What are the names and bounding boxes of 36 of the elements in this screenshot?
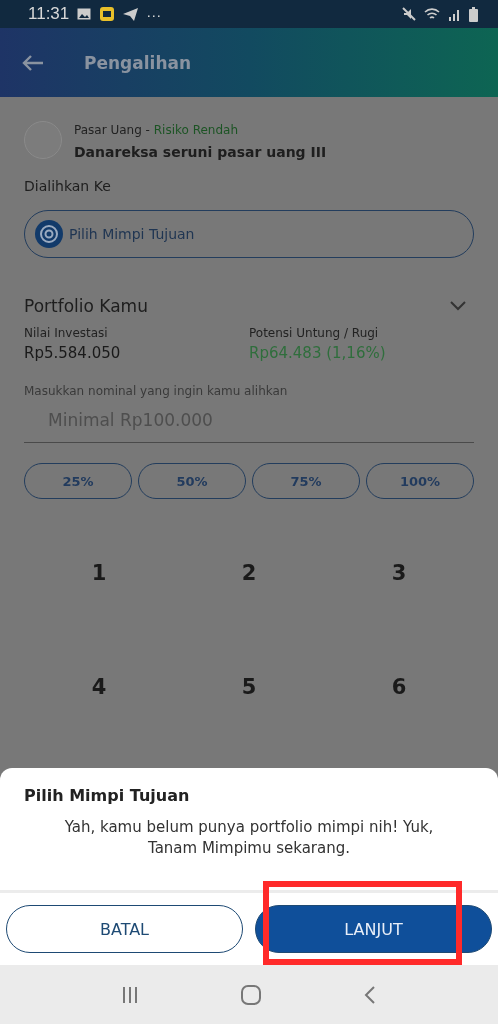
fund-name: Danareksa seruni pasar uang III: [74, 144, 327, 160]
fund-category: Pasar Uang -: [74, 123, 151, 137]
stat-value: Rp64.483 (1,16%): [249, 344, 387, 362]
risk-label: Risiko Rendah: [153, 123, 239, 137]
gallery-icon: [77, 8, 92, 20]
battery-icon: [469, 6, 478, 22]
stat-value: Rp5.584.050: [24, 344, 122, 362]
portfolio-title: Portfolio Kamu: [24, 296, 148, 316]
back-arrow-icon[interactable]: [22, 53, 44, 72]
back-icon[interactable]: [363, 984, 378, 1005]
folder-icon: [99, 6, 116, 22]
keypad-key[interactable]: 2: [221, 557, 277, 589]
wifi-icon: [424, 7, 440, 21]
more-notifications: ···: [146, 5, 162, 23]
transfer-to-label: Dialihkan Ke: [24, 178, 112, 194]
signal-icon: [448, 7, 461, 21]
amount-label: Masukkan nominal yang ingin kamu alihkan: [24, 384, 289, 398]
dialog-title: Pilih Mimpi Tujuan: [23, 785, 191, 805]
status-time: 11:31: [28, 4, 70, 24]
page-title: Pengalihan: [84, 52, 192, 73]
paper-plane-icon: [123, 7, 139, 21]
cancel-button[interactable]: BATAL: [6, 905, 243, 953]
chevron-icon[interactable]: [450, 301, 466, 311]
dialog-message: Yah, kamu belum punya portfolio mimpi nih! Yuk, Tanam Mimpimu sekarang.: [63, 817, 435, 859]
keypad-key[interactable]: 3: [371, 557, 427, 589]
stat-label: Potensi Untung / Rugi: [249, 326, 380, 340]
keypad-key[interactable]: 5: [221, 671, 277, 703]
mute-icon: [402, 7, 416, 21]
keypad-key[interactable]: 1: [71, 557, 127, 589]
target-icon: [35, 220, 63, 248]
home-icon[interactable]: [240, 983, 262, 1006]
keypad-key[interactable]: 6: [371, 671, 427, 703]
recent-apps-icon[interactable]: [120, 985, 139, 1004]
stat-label: Nilai Investasi: [24, 326, 109, 340]
continue-button[interactable]: LANJUT: [255, 905, 492, 953]
keypad-key[interactable]: 4: [71, 671, 127, 703]
